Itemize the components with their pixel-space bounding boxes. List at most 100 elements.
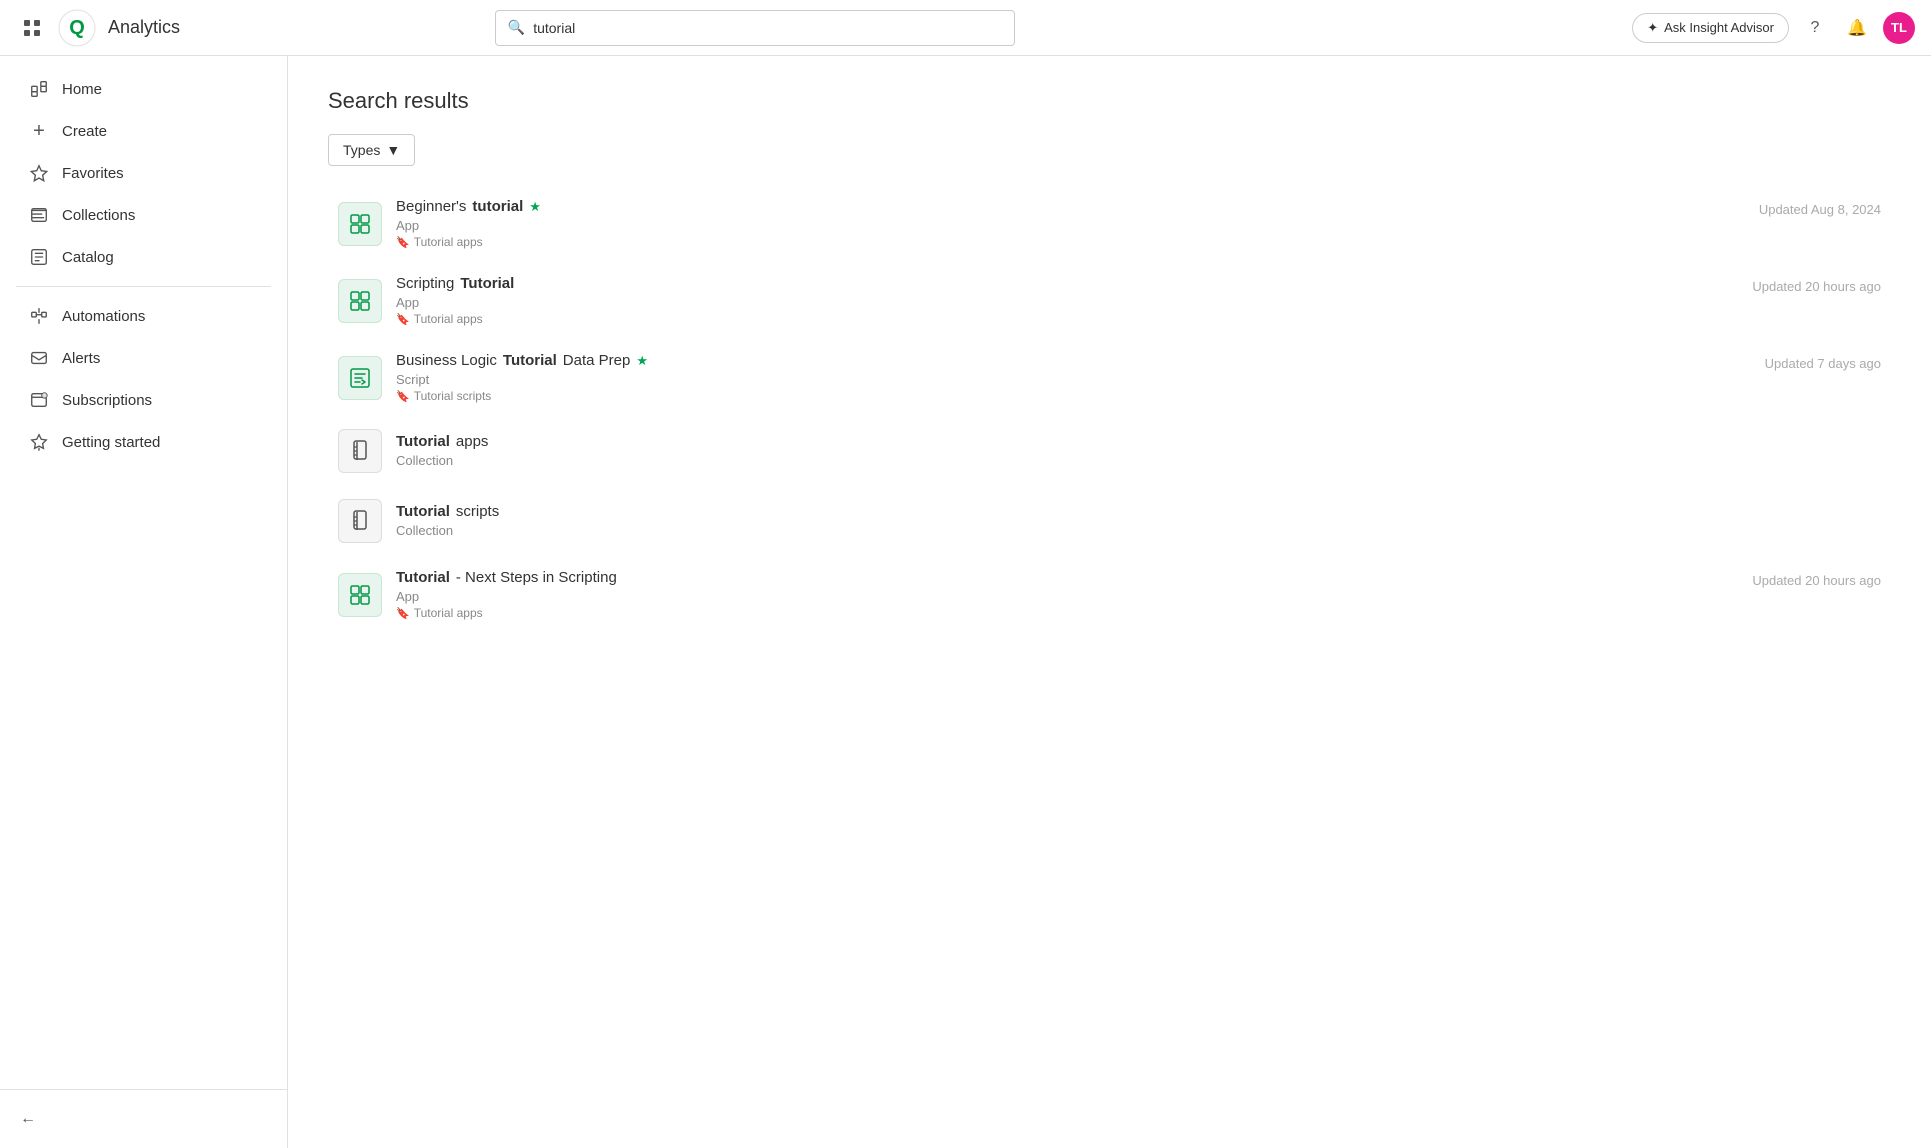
- title-prefix: Beginner's: [396, 198, 466, 215]
- avatar-initials: TL: [1891, 20, 1907, 35]
- result-title: Beginner's tutorial ★: [396, 198, 1739, 215]
- title-suffix: Data Prep: [563, 352, 631, 369]
- result-type: Collection: [396, 453, 1881, 468]
- title-suffix: scripts: [456, 503, 499, 520]
- grid-menu-icon[interactable]: [16, 12, 48, 44]
- sidebar-nav: Home + Create Favorites: [0, 56, 287, 1089]
- result-body: Business Logic Tutorial Data Prep★ Scrip…: [396, 352, 1745, 403]
- result-type: Collection: [396, 523, 1881, 538]
- create-icon: +: [28, 120, 50, 142]
- result-body: Tutorial - Next Steps in Scripting App 🔖…: [396, 569, 1732, 620]
- result-title: Tutorial scripts: [396, 503, 1881, 520]
- title-highlight: Tutorial: [460, 275, 514, 292]
- catalog-icon: [28, 246, 50, 268]
- sidebar-item-home[interactable]: Home: [8, 68, 279, 110]
- sidebar-item-subscriptions-label: Subscriptions: [62, 392, 152, 409]
- result-date: Updated Aug 8, 2024: [1739, 202, 1881, 217]
- app-title: Analytics: [108, 17, 180, 38]
- alerts-icon: [28, 347, 50, 369]
- collection-name: Tutorial apps: [414, 235, 483, 249]
- collapse-sidebar-button[interactable]: ←: [16, 1102, 271, 1136]
- sidebar: Home + Create Favorites: [0, 56, 288, 1148]
- result-type: App: [396, 589, 1732, 604]
- home-icon: [28, 78, 50, 100]
- chevron-down-icon: ▼: [386, 142, 400, 158]
- search-icon: 🔍: [508, 19, 525, 36]
- user-avatar[interactable]: TL: [1883, 12, 1915, 44]
- help-button[interactable]: ?: [1799, 12, 1831, 44]
- types-label: Types: [343, 142, 380, 158]
- search-bar[interactable]: 🔍: [495, 10, 1015, 46]
- result-title: Scripting Tutorial: [396, 275, 1732, 292]
- collection-name: Tutorial apps: [414, 312, 483, 326]
- getting-started-icon: [28, 431, 50, 453]
- sidebar-bottom: ←: [0, 1089, 287, 1148]
- sidebar-item-catalog-label: Catalog: [62, 249, 114, 266]
- result-title: Business Logic Tutorial Data Prep★: [396, 352, 1745, 369]
- bell-icon: 🔔: [1847, 18, 1867, 38]
- result-date: Updated 20 hours ago: [1732, 279, 1881, 294]
- result-title: Tutorial - Next Steps in Scripting: [396, 569, 1732, 586]
- list-item[interactable]: Tutorial scripts Collection: [328, 487, 1891, 555]
- sidebar-item-automations[interactable]: Automations: [8, 295, 279, 337]
- subscriptions-icon: [28, 389, 50, 411]
- results-list: Beginner's tutorial ★ App 🔖 Tutorial apps…: [328, 186, 1891, 632]
- search-input[interactable]: [533, 20, 1002, 36]
- result-body: Scripting Tutorial App 🔖 Tutorial apps: [396, 275, 1732, 326]
- page-title: Search results: [328, 88, 1891, 114]
- sidebar-item-alerts[interactable]: Alerts: [8, 337, 279, 379]
- layout: Home + Create Favorites: [0, 56, 1931, 1148]
- list-item[interactable]: Business Logic Tutorial Data Prep★ Scrip…: [328, 340, 1891, 415]
- list-item[interactable]: Tutorial - Next Steps in Scripting App 🔖…: [328, 557, 1891, 632]
- collection-name: Tutorial scripts: [414, 389, 492, 403]
- result-date: Updated 7 days ago: [1745, 356, 1881, 371]
- title-suffix: apps: [456, 433, 489, 450]
- sidebar-item-create[interactable]: + Create: [8, 110, 279, 152]
- topbar-left: Q Analytics: [16, 9, 180, 47]
- sidebar-item-favorites[interactable]: Favorites: [8, 152, 279, 194]
- insight-star-icon: ✦: [1647, 20, 1658, 36]
- result-icon: [338, 429, 382, 473]
- insight-advisor-button[interactable]: ✦ Ask Insight Advisor: [1632, 13, 1789, 43]
- sidebar-item-catalog[interactable]: Catalog: [8, 236, 279, 278]
- sidebar-item-collections[interactable]: Collections: [8, 194, 279, 236]
- topbar-right: ✦ Ask Insight Advisor ? 🔔 TL: [1632, 12, 1915, 44]
- types-filter-button[interactable]: Types ▼: [328, 134, 415, 166]
- main-content: Search results Types ▼ Beginner's tutori…: [288, 56, 1931, 1148]
- title-highlight: Tutorial: [503, 352, 557, 369]
- starred-icon: ★: [529, 199, 541, 215]
- starred-icon: ★: [636, 353, 648, 369]
- result-title: Tutorial apps: [396, 433, 1881, 450]
- sidebar-item-create-label: Create: [62, 123, 107, 140]
- title-highlight: Tutorial: [396, 569, 450, 586]
- result-collection: 🔖 Tutorial apps: [396, 606, 1732, 620]
- sidebar-item-getting-started[interactable]: Getting started: [8, 421, 279, 463]
- sidebar-item-home-label: Home: [62, 81, 102, 98]
- result-icon: [338, 202, 382, 246]
- title-suffix: - Next Steps in Scripting: [456, 569, 617, 586]
- svg-text:Q: Q: [69, 17, 85, 39]
- collection-icon: 🔖: [396, 390, 410, 403]
- result-collection: 🔖 Tutorial apps: [396, 312, 1732, 326]
- collection-icon: 🔖: [396, 313, 410, 326]
- result-icon: [338, 573, 382, 617]
- result-icon: [338, 499, 382, 543]
- list-item[interactable]: Scripting Tutorial App 🔖 Tutorial apps U…: [328, 263, 1891, 338]
- result-body: Tutorial apps Collection: [396, 433, 1881, 470]
- sidebar-item-collections-label: Collections: [62, 207, 135, 224]
- list-item[interactable]: Tutorial apps Collection: [328, 417, 1891, 485]
- notifications-button[interactable]: 🔔: [1841, 12, 1873, 44]
- insight-advisor-label: Ask Insight Advisor: [1664, 20, 1774, 35]
- title-prefix: Scripting: [396, 275, 454, 292]
- result-date: Updated 20 hours ago: [1732, 573, 1881, 588]
- help-icon: ?: [1811, 19, 1820, 37]
- sidebar-item-subscriptions[interactable]: Subscriptions: [8, 379, 279, 421]
- result-body: Tutorial scripts Collection: [396, 503, 1881, 540]
- list-item[interactable]: Beginner's tutorial★ App 🔖 Tutorial apps…: [328, 186, 1891, 261]
- collection-icon: 🔖: [396, 607, 410, 620]
- result-icon: [338, 356, 382, 400]
- result-collection: 🔖 Tutorial apps: [396, 235, 1739, 249]
- qlik-logo[interactable]: Q: [58, 9, 96, 47]
- title-highlight: tutorial: [472, 198, 523, 215]
- sidebar-item-alerts-label: Alerts: [62, 350, 100, 367]
